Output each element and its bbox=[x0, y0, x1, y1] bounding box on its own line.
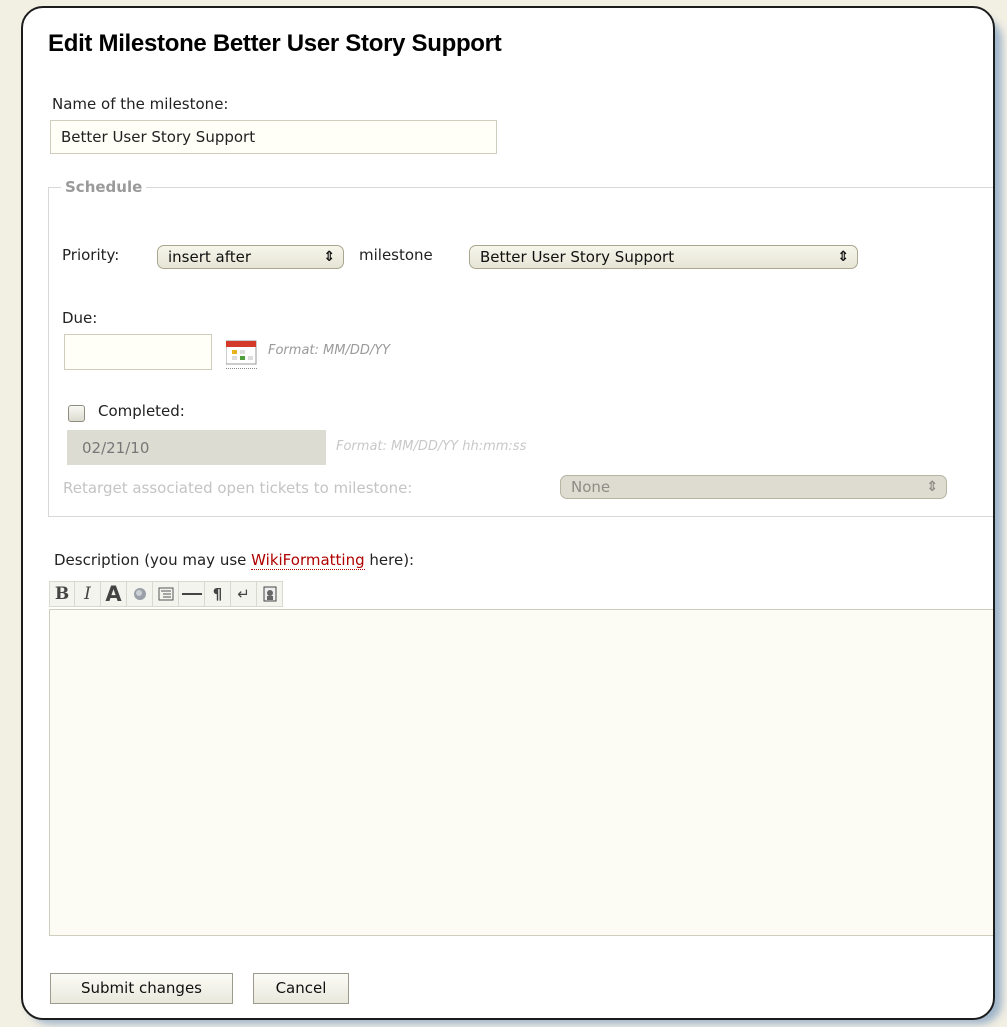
code-block-icon[interactable] bbox=[153, 581, 179, 607]
due-format-hint: Format: MM/DD/YY bbox=[268, 343, 391, 358]
completed-date-input[interactable]: 02/21/10 bbox=[67, 430, 326, 465]
retarget-label: Retarget associated open tickets to mile… bbox=[63, 479, 413, 497]
description-label: Description (you may use WikiFormatting … bbox=[54, 551, 415, 570]
description-label-prefix: Description (you may use bbox=[54, 551, 252, 569]
completed-checkbox[interactable] bbox=[68, 405, 85, 422]
select-arrows-icon: ⇕ bbox=[926, 479, 938, 495]
description-label-suffix: here): bbox=[364, 551, 415, 569]
wiki-toolbar: B I A ¶ ↵ bbox=[49, 581, 283, 607]
select-arrows-icon: ⇕ bbox=[837, 249, 849, 265]
submit-changes-button[interactable]: Submit changes bbox=[50, 973, 233, 1004]
calendar-icon[interactable] bbox=[225, 335, 257, 369]
description-textarea[interactable] bbox=[49, 609, 993, 936]
due-label: Due: bbox=[62, 309, 98, 327]
milestone-label: milestone bbox=[359, 246, 433, 264]
completed-format-hint: Format: MM/DD/YY hh:mm:ss bbox=[336, 439, 527, 454]
line-break-icon[interactable]: ↵ bbox=[231, 581, 257, 607]
page-title: Edit Milestone Better User Story Support bbox=[48, 30, 502, 57]
milestone-select-value: Better User Story Support bbox=[480, 248, 675, 266]
paragraph-icon[interactable]: ¶ bbox=[205, 581, 231, 607]
name-label: Name of the milestone: bbox=[52, 95, 229, 113]
schedule-legend: Schedule bbox=[61, 178, 147, 196]
bold-icon[interactable]: B bbox=[49, 581, 75, 607]
retarget-select[interactable]: None ⇕ bbox=[560, 475, 947, 499]
milestone-select[interactable]: Better User Story Support ⇕ bbox=[469, 245, 858, 269]
image-icon[interactable] bbox=[257, 581, 283, 607]
wikiformatting-link[interactable]: WikiFormatting bbox=[251, 551, 365, 570]
retarget-select-value: None bbox=[571, 478, 611, 496]
completed-label: Completed: bbox=[98, 402, 185, 420]
heading-icon[interactable]: A bbox=[101, 581, 127, 607]
select-arrows-icon: ⇕ bbox=[323, 249, 335, 265]
priority-select-value: insert after bbox=[168, 248, 252, 266]
milestone-name-input[interactable]: Better User Story Support bbox=[50, 120, 497, 154]
link-icon[interactable] bbox=[127, 581, 153, 607]
priority-select[interactable]: insert after ⇕ bbox=[157, 245, 344, 269]
horizontal-rule-icon[interactable] bbox=[179, 581, 205, 607]
due-date-input[interactable] bbox=[64, 334, 212, 370]
priority-label: Priority: bbox=[62, 246, 120, 264]
edit-milestone-form: Edit Milestone Better User Story Support… bbox=[21, 6, 995, 1020]
italic-icon[interactable]: I bbox=[75, 581, 101, 607]
cancel-button[interactable]: Cancel bbox=[253, 973, 349, 1004]
